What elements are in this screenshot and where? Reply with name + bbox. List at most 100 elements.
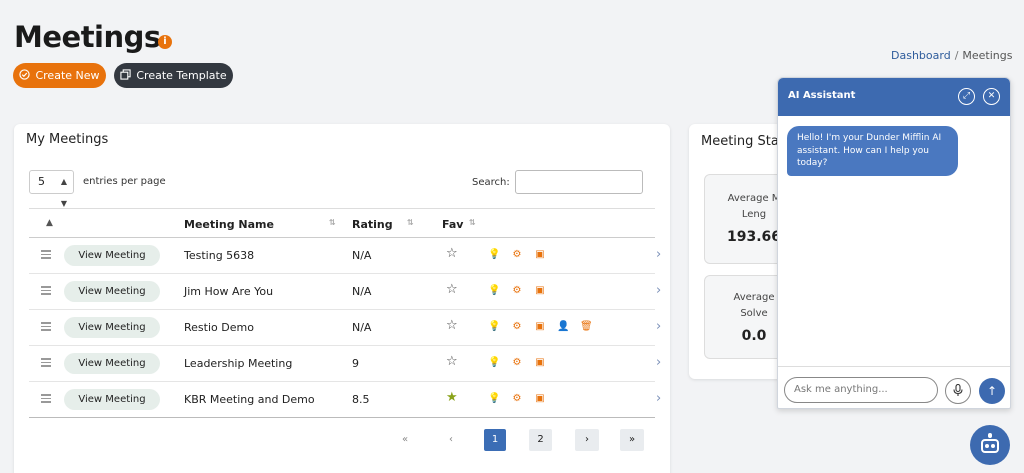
row-actions: 💡 ⚙ ▣ [488,357,546,368]
star-icon[interactable]: ☆ [446,318,458,333]
send-arrow-icon[interactable]: ↑ [979,378,1005,404]
view-meeting-button[interactable]: View Meeting [64,245,160,266]
meeting-rating: 9 [352,357,359,370]
gear-icon[interactable]: ⚙ [511,321,523,332]
entries-label: entries per page [83,176,166,187]
create-template-label: Create Template [136,69,227,82]
gear-icon[interactable]: ⚙ [511,357,523,368]
chevron-right-icon[interactable]: › [656,391,661,406]
row-actions: 💡 ⚙ ▣ [488,393,546,404]
star-icon[interactable]: ☆ [446,354,458,369]
lightbulb-icon[interactable]: 💡 [488,357,500,368]
stats-title: Meeting Stat [701,134,784,149]
breadcrumb-dashboard-link[interactable]: Dashboard [891,49,951,62]
column-header-rating[interactable]: Rating [352,218,393,231]
gear-icon[interactable]: ⚙ [511,285,523,296]
drag-handle-icon[interactable] [41,322,51,332]
star-icon[interactable]: ☆ [446,282,458,297]
ai-greeting-message: Hello! I'm your Dunder Mifflin AI assist… [787,126,958,176]
table-row: View Meeting Jim How Are You N/A ☆ 💡 ⚙ ▣… [29,274,661,310]
breadcrumb: Dashboard / Meetings [891,49,1013,62]
meeting-rating: N/A [352,321,372,334]
drag-handle-icon[interactable] [41,250,51,260]
create-new-label: Create New [35,69,100,82]
column-header-fav[interactable]: Fav [442,218,463,231]
my-meetings-card: My Meetings 5 ▲ ▼ entries per page Search… [14,124,670,473]
create-template-button[interactable]: Create Template [114,63,233,88]
check-circle-icon [19,68,31,83]
sort-icon[interactable]: ▲ [46,218,53,228]
chevron-right-icon[interactable]: › [656,319,661,334]
add-user-icon[interactable]: 👤 [557,321,569,332]
sort-icon[interactable]: ⇅ [329,218,336,227]
expand-icon[interactable]: ⤢ [958,88,975,105]
clipboard-icon[interactable]: ▣ [534,249,546,260]
meeting-name: Testing 5638 [184,249,255,262]
ai-assistant-panel: AI Assistant ⤢ ✕ Hello! I'm your Dunder … [777,77,1011,409]
pagination-page-2[interactable]: 2 [529,429,552,451]
table-header: ▲ Meeting Name ⇅ Rating ⇅ Fav ⇅ [29,208,655,238]
table-row: View Meeting KBR Meeting and Demo 8.5 ★ … [29,382,661,418]
meeting-name: Leadership Meeting [184,357,293,370]
chevron-right-icon[interactable]: › [656,355,661,370]
breadcrumb-separator: / [954,49,959,62]
lightbulb-icon[interactable]: 💡 [488,285,500,296]
page-title: Meetings [14,20,161,54]
breadcrumb-current: Meetings [962,49,1013,62]
clipboard-icon[interactable]: ▣ [534,393,546,404]
info-icon[interactable]: i [158,35,172,49]
card-title: My Meetings [26,132,109,147]
view-meeting-button[interactable]: View Meeting [64,281,160,302]
ai-assistant-header: AI Assistant ⤢ ✕ [778,78,1010,116]
star-icon[interactable]: ☆ [446,246,458,261]
clipboard-icon[interactable]: ▣ [534,357,546,368]
sort-icon[interactable]: ⇅ [407,218,414,227]
drag-handle-icon[interactable] [41,286,51,296]
close-icon[interactable]: ✕ [983,88,1000,105]
meeting-rating: N/A [352,249,372,262]
row-actions: 💡 ⚙ ▣ [488,285,546,296]
meeting-name: Restio Demo [184,321,254,334]
lightbulb-icon[interactable]: 💡 [488,249,500,260]
lightbulb-icon[interactable]: 💡 [488,393,500,404]
star-icon[interactable]: ★ [446,390,458,405]
gear-icon[interactable]: ⚙ [511,393,523,404]
row-actions: 💡 ⚙ ▣ 👤 🗑 [488,321,593,332]
clipboard-icon[interactable]: ▣ [534,321,546,332]
row-actions: 💡 ⚙ ▣ [488,249,546,260]
gear-icon[interactable]: ⚙ [511,249,523,260]
pagination-page-1[interactable]: 1 [484,429,506,451]
lightbulb-icon[interactable]: 💡 [488,321,500,332]
view-meeting-button[interactable]: View Meeting [64,353,160,374]
meeting-rating: 8.5 [352,393,370,406]
ai-assistant-title: AI Assistant [788,90,856,101]
entries-value: 5 [38,175,45,188]
search-input[interactable] [515,170,643,194]
ai-bot-button[interactable] [970,425,1010,465]
chevron-right-icon[interactable]: › [656,247,661,262]
table-row: View Meeting Leadership Meeting 9 ☆ 💡 ⚙ … [29,346,661,382]
pagination-prev[interactable]: ‹ [442,429,460,451]
create-new-button[interactable]: Create New [13,63,106,88]
chevron-right-icon[interactable]: › [656,283,661,298]
ai-input-area: Ask me anything... ↑ [778,366,1010,408]
meeting-rating: N/A [352,285,372,298]
table-row: View Meeting Restio Demo N/A ☆ 💡 ⚙ ▣ 👤 🗑… [29,310,661,346]
entries-per-page-select[interactable]: 5 ▲ ▼ [29,170,74,208]
table-row: View Meeting Testing 5638 N/A ☆ 💡 ⚙ ▣ › [29,238,661,274]
column-header-name[interactable]: Meeting Name [184,218,274,231]
pagination-next[interactable]: › [575,429,599,451]
view-meeting-button[interactable]: View Meeting [64,389,160,410]
view-meeting-button[interactable]: View Meeting [64,317,160,338]
drag-handle-icon[interactable] [41,394,51,404]
sort-icon[interactable]: ⇅ [469,218,476,227]
ai-message-input[interactable]: Ask me anything... [784,377,938,403]
trash-icon[interactable]: 🗑 [580,321,593,332]
search-label: Search: [472,177,510,188]
pagination-last[interactable]: » [620,429,644,451]
copy-icon [120,68,132,83]
pagination-first[interactable]: « [396,429,414,451]
microphone-icon[interactable] [945,378,971,404]
drag-handle-icon[interactable] [41,358,51,368]
clipboard-icon[interactable]: ▣ [534,285,546,296]
